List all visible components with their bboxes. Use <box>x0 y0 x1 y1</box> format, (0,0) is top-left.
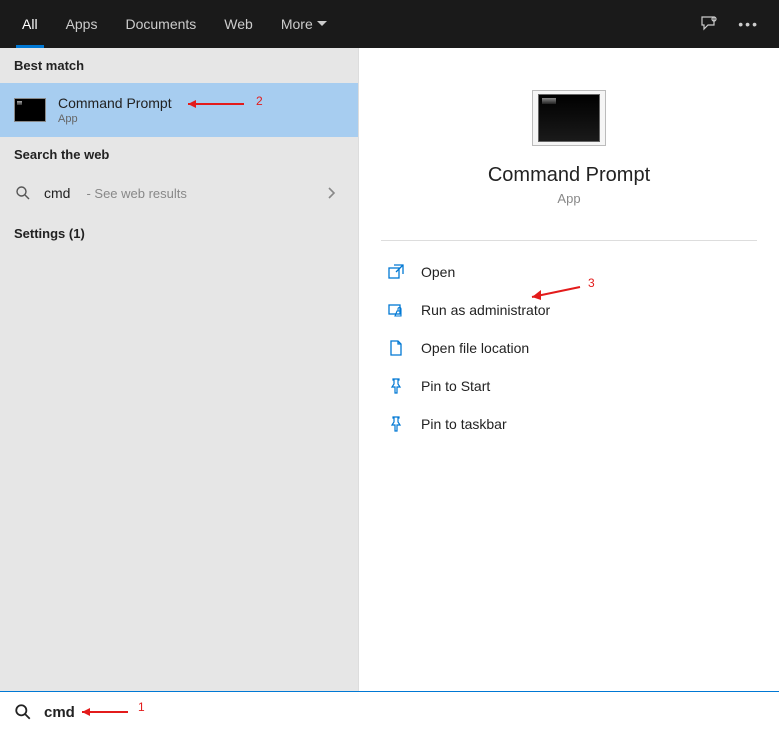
cmd-app-icon-large <box>538 94 600 142</box>
action-open-label: Open <box>421 264 455 280</box>
result-command-prompt[interactable]: Command Prompt App <box>0 83 358 137</box>
more-options-icon[interactable]: ••• <box>738 16 759 32</box>
open-icon <box>387 263 405 281</box>
result-subtitle: App <box>58 113 172 125</box>
file-location-icon <box>387 339 405 357</box>
action-pin-start[interactable]: Pin to Start <box>381 367 757 405</box>
search-input[interactable] <box>44 704 765 721</box>
filter-tabs: All Apps Documents Web More <box>8 0 341 48</box>
settings-results-header[interactable]: Settings (1) <box>0 214 358 253</box>
search-bar <box>0 692 779 732</box>
result-texts: Command Prompt App <box>58 95 172 125</box>
action-open-location[interactable]: Open file location <box>381 329 757 367</box>
tab-documents[interactable]: Documents <box>111 0 210 48</box>
action-open-location-label: Open file location <box>421 340 529 356</box>
action-open[interactable]: Open <box>381 253 757 291</box>
web-result-cmd[interactable]: cmd - See web results <box>0 172 358 214</box>
action-pin-taskbar-label: Pin to taskbar <box>421 416 507 432</box>
chevron-down-icon <box>317 21 327 27</box>
tab-apps[interactable]: Apps <box>52 0 112 48</box>
preview-subtitle: App <box>557 191 580 206</box>
preview-header: Command Prompt App <box>381 72 757 234</box>
preview-panel: Command Prompt App Open Run as administr… <box>358 48 779 692</box>
divider <box>381 240 757 241</box>
preview-title: Command Prompt <box>488 164 650 187</box>
run-admin-icon <box>387 301 405 319</box>
tab-more[interactable]: More <box>267 0 341 48</box>
web-query-text: cmd <box>44 185 70 201</box>
tab-all[interactable]: All <box>8 0 52 48</box>
web-sub-text: - See web results <box>86 186 186 201</box>
search-icon <box>14 184 32 202</box>
cmd-app-icon-large-wrap <box>532 90 606 146</box>
best-match-header: Best match <box>0 48 358 83</box>
tab-more-label: More <box>281 16 313 32</box>
results-panel: Best match Command Prompt App Search the… <box>0 48 358 692</box>
tab-web[interactable]: Web <box>210 0 267 48</box>
action-pin-taskbar[interactable]: Pin to taskbar <box>381 405 757 443</box>
top-filter-bar: All Apps Documents Web More ••• <box>0 0 779 48</box>
feedback-icon[interactable] <box>700 15 718 33</box>
result-title: Command Prompt <box>58 95 172 111</box>
pin-taskbar-icon <box>387 415 405 433</box>
action-run-admin[interactable]: Run as administrator <box>381 291 757 329</box>
topbar-right: ••• <box>700 15 771 33</box>
action-run-admin-label: Run as administrator <box>421 302 550 318</box>
content-area: Best match Command Prompt App Search the… <box>0 48 779 692</box>
action-pin-start-label: Pin to Start <box>421 378 490 394</box>
search-web-header: Search the web <box>0 137 358 172</box>
cmd-app-icon <box>14 98 46 122</box>
chevron-right-icon <box>328 187 344 199</box>
pin-start-icon <box>387 377 405 395</box>
search-icon <box>14 703 32 721</box>
